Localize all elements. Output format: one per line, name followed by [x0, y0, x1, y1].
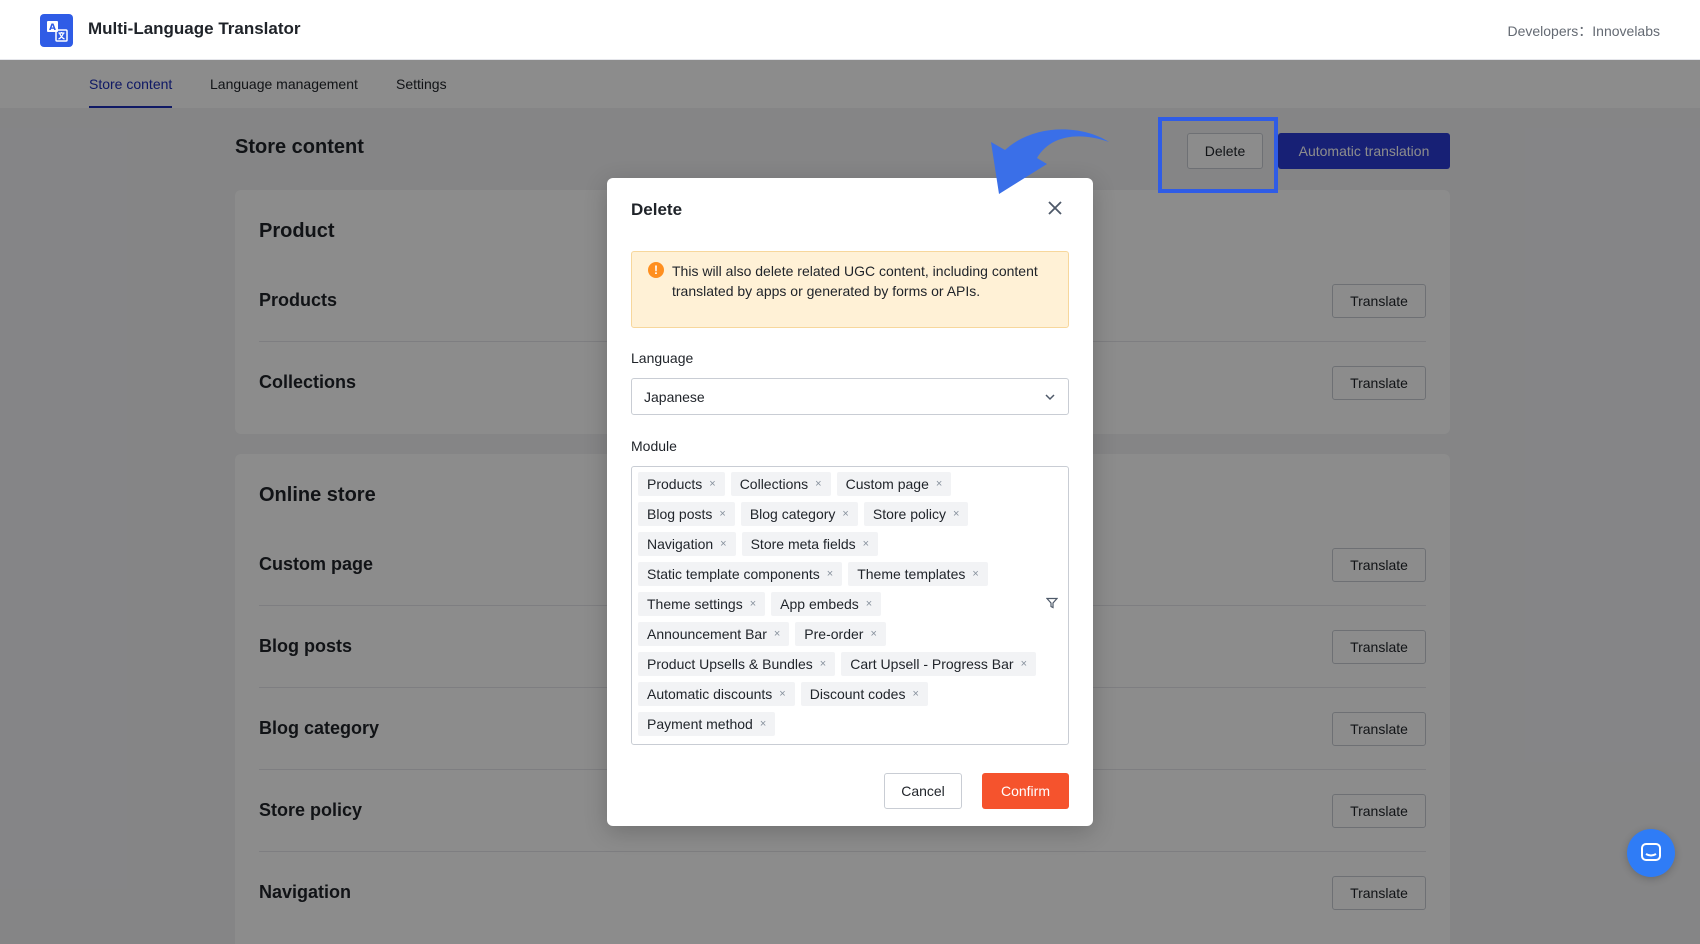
remove-tag-icon[interactable]: ×	[842, 508, 848, 520]
module-tag: Announcement Bar ×	[638, 622, 790, 646]
remove-tag-icon[interactable]: ×	[719, 508, 725, 520]
module-tag: Payment method ×	[638, 712, 776, 736]
module-tag-label: App embeds	[780, 596, 859, 612]
remove-tag-icon[interactable]: ×	[815, 478, 821, 490]
confirm-button[interactable]: Confirm	[982, 773, 1069, 809]
chat-icon	[1641, 843, 1661, 861]
module-tag: Pre-order ×	[795, 622, 886, 646]
module-tag-label: Blog posts	[647, 506, 713, 522]
remove-tag-icon[interactable]: ×	[760, 718, 766, 730]
module-tag-label: Store meta fields	[750, 536, 856, 552]
warning-icon: !	[648, 262, 664, 278]
warning-text: This will also delete related UGC conten…	[672, 263, 1038, 299]
remove-tag-icon[interactable]: ×	[720, 538, 726, 550]
translate-logo-icon: A	[40, 14, 73, 47]
warning-alert: ! This will also delete related UGC cont…	[631, 251, 1069, 328]
module-tag-label: Static template components	[647, 566, 820, 582]
module-tag-label: Automatic discounts	[647, 686, 773, 702]
module-tag: Blog posts ×	[638, 502, 735, 526]
module-tag: Product Upsells & Bundles ×	[638, 652, 836, 676]
language-label: Language	[631, 350, 694, 366]
remove-tag-icon[interactable]: ×	[709, 478, 715, 490]
module-tag: Store meta fields ×	[741, 532, 879, 556]
remove-tag-icon[interactable]: ×	[750, 598, 756, 610]
remove-tag-icon[interactable]: ×	[820, 658, 826, 670]
module-tag-label: Custom page	[845, 476, 929, 492]
module-tag: Store policy ×	[863, 502, 969, 526]
dialog-title: Delete	[631, 200, 683, 219]
module-tag-label: Payment method	[647, 716, 753, 732]
app-header: A Multi-Language Translator Developers：I…	[0, 0, 1700, 60]
module-tag: Navigation ×	[638, 532, 736, 556]
module-tag-label: Theme templates	[857, 566, 966, 582]
module-label: Module	[631, 438, 677, 454]
pointer-arrow-icon	[991, 129, 1109, 194]
chevron-down-icon	[1045, 394, 1055, 401]
remove-tag-icon[interactable]: ×	[774, 628, 780, 640]
remove-tag-icon[interactable]: ×	[912, 688, 918, 700]
remove-tag-icon[interactable]: ×	[972, 568, 978, 580]
remove-tag-icon[interactable]: ×	[827, 568, 833, 580]
app-title: Multi-Language Translator	[88, 19, 301, 38]
remove-tag-icon[interactable]: ×	[866, 598, 872, 610]
cancel-button[interactable]: Cancel	[884, 773, 962, 809]
module-multiselect[interactable]: Products × Collections × Custom page × Blog po…	[631, 466, 1069, 745]
module-tag: Static template components ×	[638, 562, 843, 586]
module-tag-label: Product Upsells & Bundles	[647, 656, 813, 672]
remove-tag-icon[interactable]: ×	[779, 688, 785, 700]
module-tag-label: Theme settings	[647, 596, 743, 612]
module-tag: App embeds ×	[771, 592, 882, 616]
svg-text:A: A	[49, 23, 56, 33]
module-tag: Discount codes ×	[800, 682, 928, 706]
module-tag-label: Blog category	[749, 506, 836, 522]
remove-tag-icon[interactable]: ×	[936, 478, 942, 490]
module-tag: Theme templates ×	[848, 562, 988, 586]
filter-icon	[1046, 597, 1058, 609]
language-select[interactable]: Japanese	[631, 378, 1069, 415]
module-tag: Blog category ×	[740, 502, 858, 526]
module-tag-label: Navigation	[647, 536, 714, 552]
module-tag-label: Store policy	[872, 506, 947, 522]
remove-tag-icon[interactable]: ×	[953, 508, 959, 520]
chat-widget-button[interactable]	[1627, 829, 1675, 877]
module-tag-label: Products	[647, 476, 703, 492]
module-tag-label: Announcement Bar	[647, 626, 767, 642]
remove-tag-icon[interactable]: ×	[870, 628, 876, 640]
module-tag-label: Cart Upsell - Progress Bar	[850, 656, 1014, 672]
delete-dialog: Delete ! This will also delete related U…	[607, 178, 1093, 826]
module-tag: Products ×	[638, 472, 725, 496]
module-tag: Cart Upsell - Progress Bar ×	[841, 652, 1037, 676]
module-tag: Theme settings ×	[638, 592, 766, 616]
module-tag: Collections ×	[730, 472, 831, 496]
highlight-box	[1158, 117, 1278, 193]
developer-info: Developers：Innovelabs	[1507, 23, 1660, 39]
module-tag-label: Pre-order	[804, 626, 864, 642]
module-tags: Products × Collections × Custom page × Blog po…	[638, 472, 1038, 736]
module-tag: Custom page ×	[836, 472, 952, 496]
module-tag-label: Discount codes	[809, 686, 906, 702]
remove-tag-icon[interactable]: ×	[1021, 658, 1027, 670]
module-tag: Automatic discounts ×	[638, 682, 795, 706]
language-value: Japanese	[644, 389, 705, 405]
module-tag-label: Collections	[739, 476, 809, 492]
remove-tag-icon[interactable]: ×	[863, 538, 869, 550]
